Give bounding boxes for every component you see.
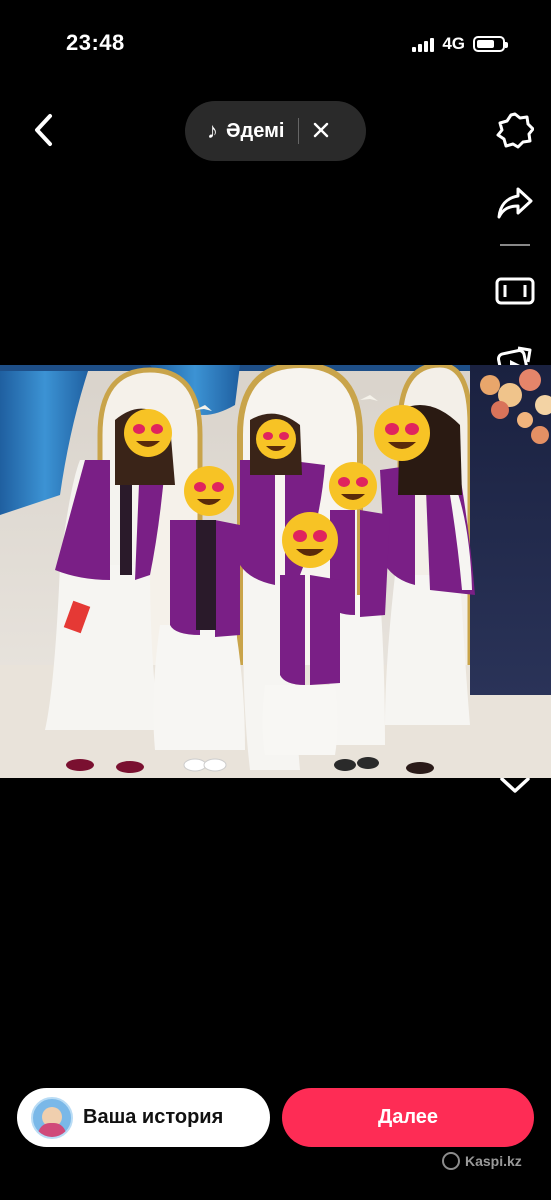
your-story-button[interactable]: Ваша история bbox=[17, 1088, 270, 1147]
cellular-signal-icon bbox=[412, 36, 435, 52]
family-photo-image bbox=[0, 365, 551, 778]
remove-music-button[interactable] bbox=[313, 120, 329, 142]
aspect-ratio-icon bbox=[495, 277, 535, 305]
close-icon bbox=[314, 122, 329, 138]
status-time: 23:48 bbox=[66, 30, 125, 55]
music-title: Әдемі bbox=[226, 119, 285, 142]
music-selector[interactable]: ♪ Әдемі bbox=[185, 101, 366, 161]
story-photo[interactable] bbox=[0, 365, 551, 778]
share-icon bbox=[497, 187, 533, 219]
network-type: 4G bbox=[442, 34, 465, 53]
status-indicators: 4G bbox=[412, 34, 508, 54]
kaspi-logo-icon bbox=[442, 1152, 460, 1170]
avatar bbox=[31, 1096, 73, 1139]
toolbar-divider bbox=[500, 244, 530, 246]
next-button[interactable]: Далее bbox=[282, 1088, 534, 1147]
share-button[interactable] bbox=[494, 182, 536, 224]
chevron-left-icon bbox=[35, 114, 52, 146]
chevron-down-icon bbox=[500, 777, 530, 793]
watermark-text: Kaspi.kz bbox=[465, 1153, 522, 1169]
watermark: Kaspi.kz bbox=[442, 1152, 522, 1170]
aspect-ratio-button[interactable] bbox=[494, 270, 536, 312]
divider bbox=[298, 118, 300, 144]
settings-button[interactable] bbox=[494, 110, 536, 152]
back-button[interactable] bbox=[30, 112, 60, 148]
music-note-icon: ♪ bbox=[207, 118, 218, 143]
battery-icon bbox=[473, 36, 508, 52]
settings-icon bbox=[496, 112, 534, 149]
your-story-label: Ваша история bbox=[83, 1106, 224, 1128]
next-label: Далее bbox=[377, 1106, 439, 1128]
